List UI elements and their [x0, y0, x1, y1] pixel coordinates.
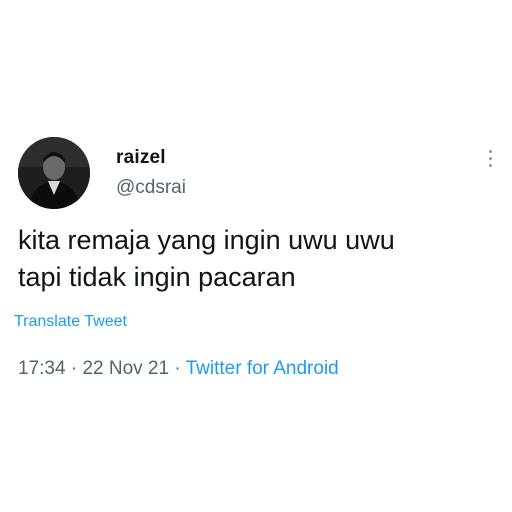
display-name[interactable]: raizel — [116, 147, 166, 169]
tweet-source-link[interactable]: Twitter for Android — [186, 358, 339, 379]
tweet-card: raizel @cdsrai kita remaja yang ingin uw… — [0, 0, 512, 512]
meta-separator: · — [169, 358, 186, 379]
tweet-time[interactable]: 17:34 — [18, 358, 66, 379]
more-options-icon[interactable] — [484, 150, 496, 174]
avatar-photo — [18, 137, 90, 209]
translate-tweet-link[interactable]: Translate Tweet — [14, 313, 127, 331]
tweet-text-line: kita remaja yang ingin uwu uwu — [18, 225, 395, 255]
avatar[interactable] — [18, 137, 90, 209]
tweet-metadata: 17:34 · 22 Nov 21 · Twitter for Android — [18, 358, 339, 380]
tweet-text-line: tapi tidak ingin pacaran — [18, 262, 296, 292]
meta-separator: · — [65, 358, 83, 379]
tweet-date[interactable]: 22 Nov 21 — [82, 358, 169, 379]
user-handle[interactable]: @cdsrai — [116, 177, 186, 199]
tweet-text: kita remaja yang ingin uwu uwu tapi tida… — [18, 222, 488, 296]
